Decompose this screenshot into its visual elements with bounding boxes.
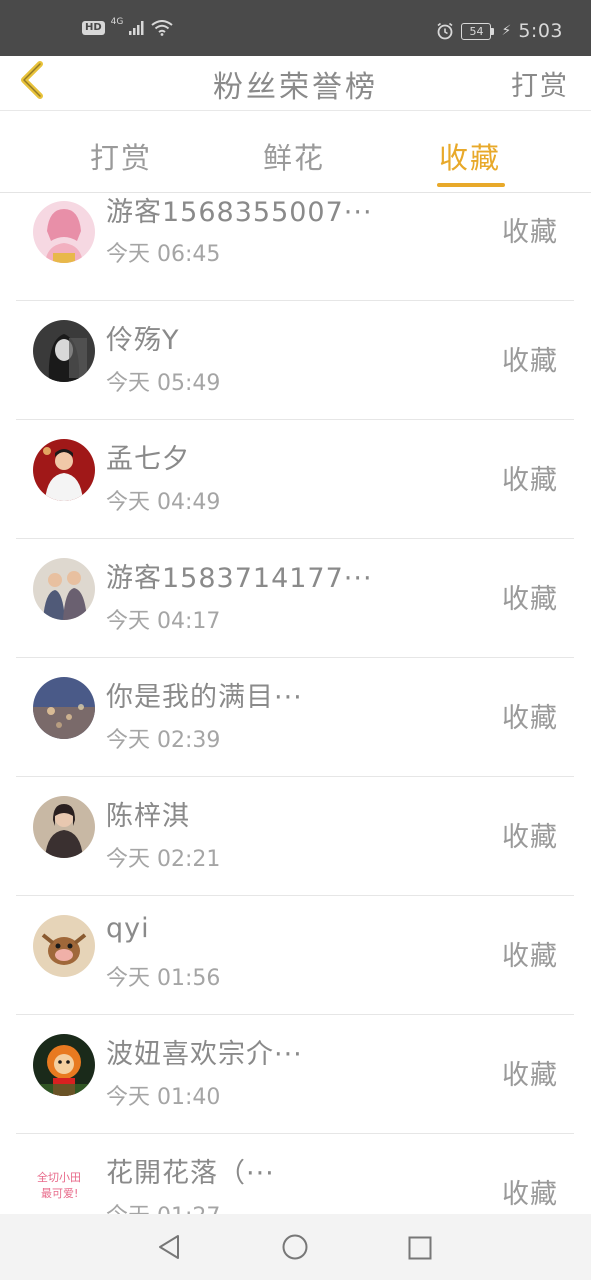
fan-name: 波妞喜欢宗介··· (106, 1039, 303, 1070)
fan-name: 游客1568355007··· (106, 197, 373, 228)
list-item[interactable]: 波妞喜欢宗介··· 今天 01:40 收藏 (16, 1015, 574, 1134)
list-item[interactable]: 游客1568355007··· 今天 06:45 收藏 (16, 192, 574, 301)
favorite-label: 收藏 (502, 703, 558, 734)
fan-name: 花開花落（··· (106, 1158, 275, 1189)
fan-time: 今天 05:49 (106, 371, 221, 396)
fan-time: 今天 01:40 (106, 1085, 221, 1110)
alarm-icon (437, 22, 453, 40)
svg-text:全切小田: 全切小田 (37, 1170, 81, 1184)
fan-time: 今天 02:39 (106, 728, 221, 753)
list-item[interactable]: 孟七夕 今天 04:49 收藏 (16, 420, 574, 539)
fan-time: 今天 04:49 (106, 490, 221, 515)
fan-time: 今天 01:27 (106, 1198, 220, 1214)
square-recent-icon[interactable] (408, 1236, 432, 1260)
favorite-label: 收藏 (502, 1179, 558, 1210)
favorite-label: 收藏 (502, 217, 558, 248)
page-title: 粉丝荣誉榜 (213, 70, 378, 105)
list-item[interactable]: 全切小田 最可爱! 花開花落（··· 今天 01:27 收藏 (16, 1134, 574, 1214)
battery-indicator: 54 (461, 22, 495, 40)
bolt-icon: ⚡ (501, 23, 512, 39)
tab-bar: 打赏 鲜花 收藏 (0, 111, 591, 193)
fan-name: 陈梓淇 (106, 801, 190, 832)
wifi-icon (151, 20, 173, 36)
avatar (33, 677, 95, 739)
favorite-label: 收藏 (502, 941, 558, 972)
favorite-label: 收藏 (502, 465, 558, 496)
avatar (33, 201, 95, 263)
favorite-label: 收藏 (502, 822, 558, 853)
app-header: 粉丝荣誉榜 打赏 (0, 56, 591, 111)
avatar (33, 558, 95, 620)
tab-flowers[interactable]: 鲜花 (263, 135, 325, 177)
signal-icon (129, 21, 144, 35)
avatar (33, 1034, 95, 1096)
network-type: 4G (110, 17, 124, 27)
reward-button[interactable]: 打赏 (511, 64, 569, 103)
favorite-label: 收藏 (502, 346, 558, 377)
favorite-label: 收藏 (502, 1060, 558, 1091)
avatar: 全切小田 最可爱! (33, 1153, 95, 1214)
circle-home-icon[interactable] (282, 1234, 308, 1260)
avatar (33, 320, 95, 382)
avatar (33, 796, 95, 858)
favorite-label: 收藏 (502, 584, 558, 615)
status-clock: 5:03 (518, 20, 563, 42)
list-item[interactable]: 你是我的满目··· 今天 02:39 收藏 (16, 658, 574, 777)
system-nav-bar (0, 1214, 591, 1280)
fan-time: 今天 01:56 (106, 966, 221, 991)
avatar (33, 915, 95, 977)
tab-favorites[interactable]: 收藏 (439, 135, 501, 177)
status-bar: HD 4G 54 ⚡ 5:03 (0, 0, 591, 56)
fan-name: 你是我的满目··· (106, 682, 303, 713)
fan-time: 今天 02:21 (106, 847, 221, 872)
active-tab-indicator (437, 183, 505, 187)
fan-time: 今天 04:17 (106, 609, 221, 634)
hd-badge: HD (82, 21, 105, 35)
list-item[interactable]: 游客1583714177··· 今天 04:17 收藏 (16, 539, 574, 658)
fan-name: 伶殇Y (106, 325, 180, 356)
avatar-logo-text: 全切小田 最可爱! (33, 1153, 95, 1214)
svg-text:最可爱!: 最可爱! (41, 1187, 78, 1200)
list-item[interactable]: 陈梓淇 今天 02:21 收藏 (16, 777, 574, 896)
list-item[interactable]: 伶殇Y 今天 05:49 收藏 (16, 301, 574, 420)
tab-reward[interactable]: 打赏 (90, 135, 152, 177)
list-item[interactable]: qyi 今天 01:56 收藏 (16, 896, 574, 1015)
fan-time: 今天 06:45 (106, 242, 221, 267)
triangle-back-icon[interactable] (157, 1234, 181, 1260)
battery-level: 54 (461, 22, 492, 40)
fan-name: 游客1583714177··· (106, 563, 373, 594)
battery-tip (491, 27, 495, 35)
status-right: 54 ⚡ 5:03 (436, 20, 563, 42)
fan-list[interactable]: 游客1568355007··· 今天 06:45 收藏 伶殇Y 今天 05:49… (0, 192, 591, 1214)
fan-name: qyi (106, 913, 150, 944)
avatar (33, 439, 95, 501)
status-left: HD 4G (82, 17, 173, 36)
fan-name: 孟七夕 (106, 444, 190, 475)
